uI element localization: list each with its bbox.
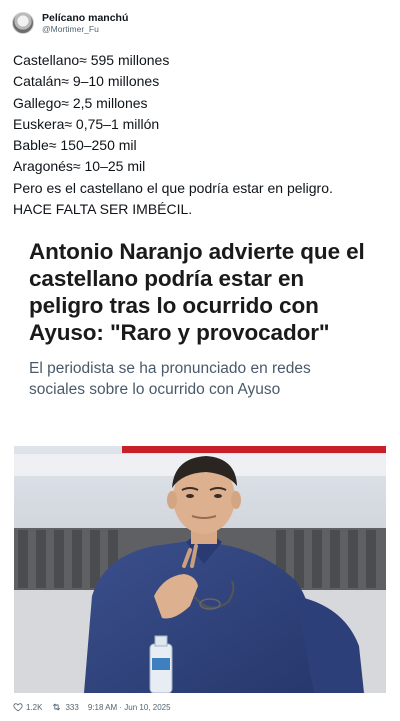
retweet-icon bbox=[53, 703, 61, 711]
tweet-line: Castellano≈ 595 millones bbox=[13, 52, 170, 68]
likes-group[interactable]: 1.2K bbox=[13, 702, 42, 712]
tweet-line: Bable≈ 150–250 mil bbox=[13, 137, 137, 154]
tweet-text: Castellano≈ 595 millones Catalán≈ 9–10 m… bbox=[13, 50, 393, 220]
retweets-count: 333 bbox=[65, 702, 79, 712]
tweet-line: Aragonés≈ 10–25 mil bbox=[13, 158, 146, 175]
heart-icon bbox=[13, 703, 23, 712]
likes-count: 1.2K bbox=[26, 702, 43, 712]
article-photo[interactable] bbox=[14, 446, 386, 693]
tweet-header: Pelícano manchú @Mortimer_Fu bbox=[12, 10, 388, 36]
tweet-line: Euskera≈ 0,75–1 millón bbox=[13, 115, 160, 132]
article-subheadline: El periodista se ha pronunciado en redes… bbox=[29, 360, 311, 398]
author-display-name[interactable]: Pelícano manchú bbox=[42, 12, 128, 24]
tweet-line: Gallego≈ 2,5 millones bbox=[13, 94, 148, 111]
avatar[interactable] bbox=[12, 12, 34, 34]
tweet-line: Catalán≈ 9–10 millones bbox=[13, 73, 160, 90]
news-photo-illustration bbox=[14, 446, 386, 693]
tweet-footer: 1.2K 333 9:18 AM · Jun 10, 2025 bbox=[13, 700, 180, 714]
timestamp[interactable]: 9:18 AM · Jun 10, 2025 bbox=[88, 703, 171, 712]
article-headline: Antonio Naranjo advierte que el castella… bbox=[29, 239, 365, 345]
retweets-group[interactable]: 333 bbox=[51, 702, 79, 712]
author-info: Pelícano manchú @Mortimer_Fu bbox=[42, 12, 128, 34]
author-handle[interactable]: @Mortimer_Fu bbox=[42, 25, 128, 34]
tweet-line: HACE FALTA SER IMBÉCIL. bbox=[13, 201, 193, 218]
tweet-line: Pero es el castellano el que podría esta… bbox=[13, 179, 333, 196]
